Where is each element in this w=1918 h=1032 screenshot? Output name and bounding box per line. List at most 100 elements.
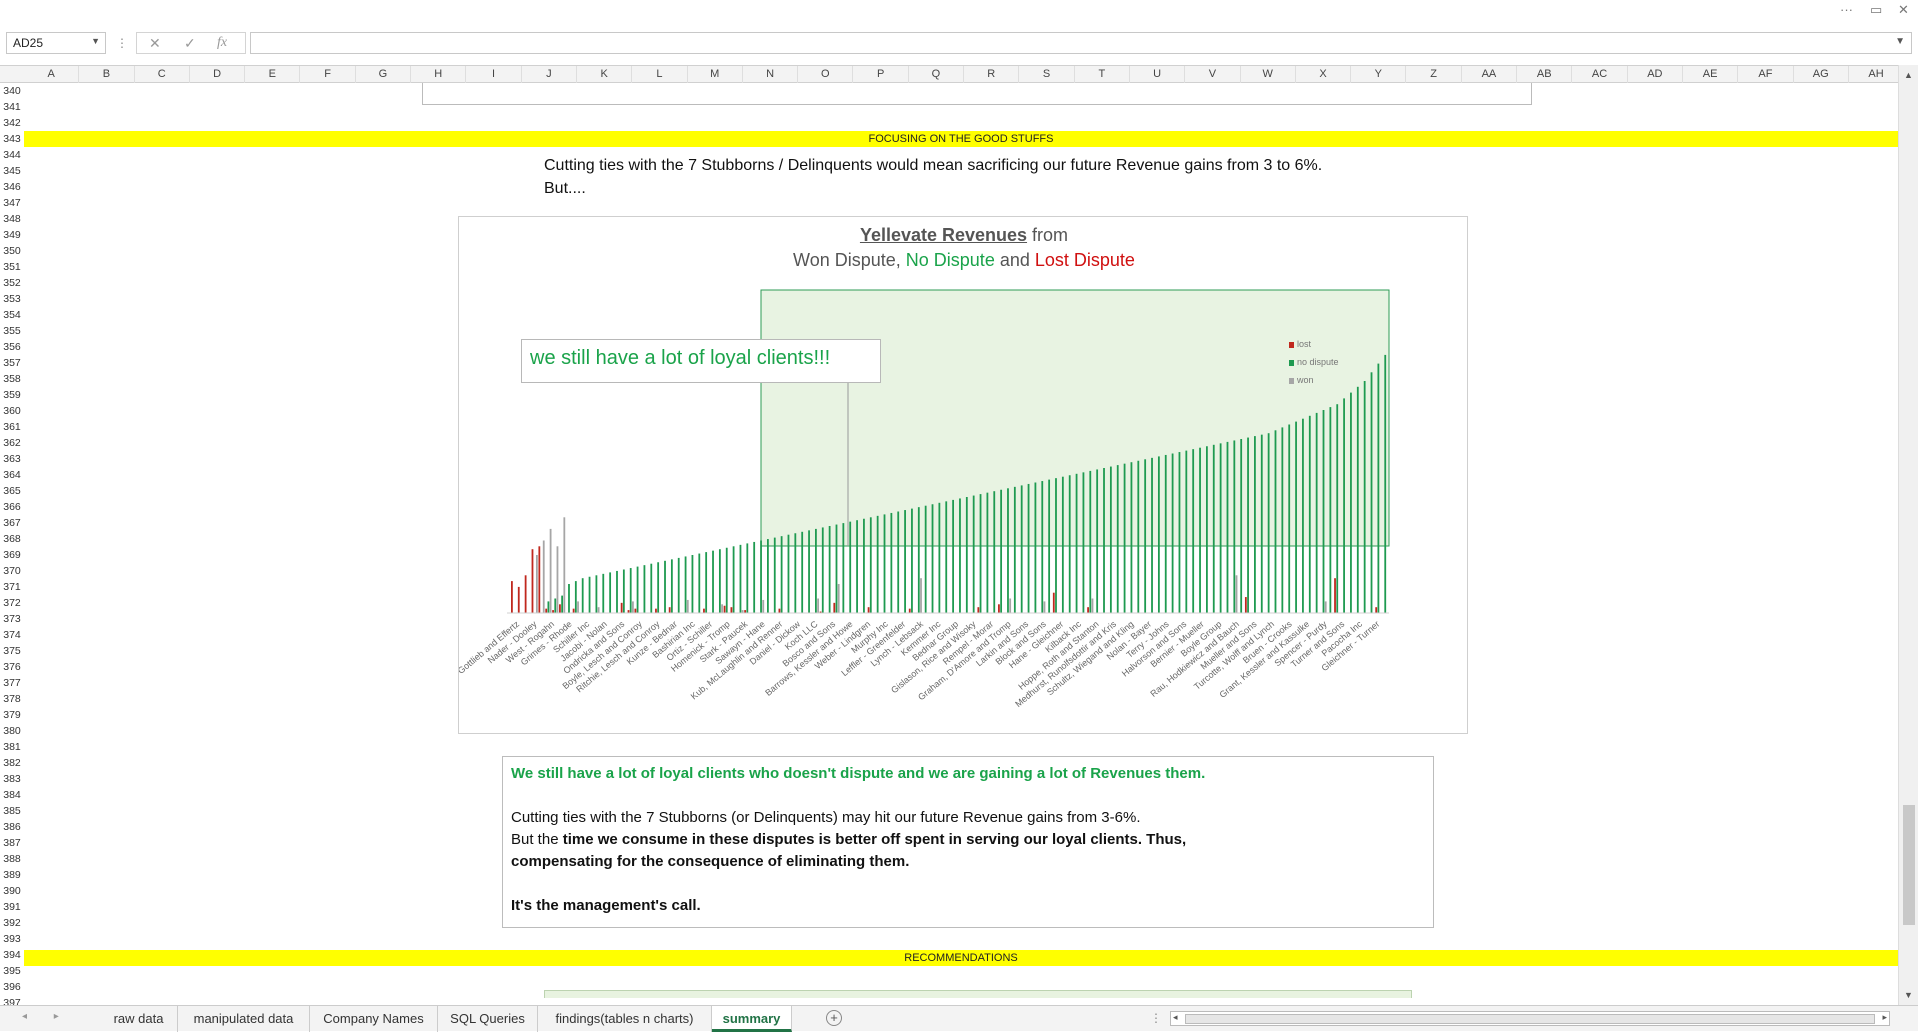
column-header-aa[interactable]: AA <box>1462 66 1518 83</box>
row-header-381[interactable]: 381 <box>0 739 24 755</box>
row-header-363[interactable]: 363 <box>0 451 24 467</box>
row-header-347[interactable]: 347 <box>0 195 24 211</box>
column-header-ad[interactable]: AD <box>1628 66 1683 83</box>
column-header-d[interactable]: D <box>190 66 246 83</box>
row-header-352[interactable]: 352 <box>0 275 24 291</box>
scroll-down-icon[interactable]: ▼ <box>1904 990 1913 1000</box>
row-header-386[interactable]: 386 <box>0 819 24 835</box>
row-header-341[interactable]: 341 <box>0 99 24 115</box>
tab-company-names[interactable]: Company Names <box>310 1006 438 1032</box>
row-header-344[interactable]: 344 <box>0 147 24 163</box>
column-header-s[interactable]: S <box>1019 66 1075 83</box>
row-header-358[interactable]: 358 <box>0 371 24 387</box>
vertical-scrollbar[interactable]: ▲ ▼ <box>1898 65 1918 1005</box>
column-header-z[interactable]: Z <box>1407 66 1462 83</box>
ellipsis-icon[interactable]: ··· <box>1840 2 1853 17</box>
column-header-t[interactable]: T <box>1075 66 1130 83</box>
column-header-l[interactable]: L <box>632 66 688 83</box>
row-header-345[interactable]: 345 <box>0 163 24 179</box>
row-header-372[interactable]: 372 <box>0 595 24 611</box>
chevron-down-icon[interactable]: ▼ <box>1895 36 1905 47</box>
tab-findings[interactable]: findings(tables n charts) <box>538 1006 712 1032</box>
row-header-368[interactable]: 368 <box>0 531 24 547</box>
column-header-p[interactable]: P <box>854 66 909 83</box>
row-header-343[interactable]: 343 <box>0 131 24 147</box>
column-header-u[interactable]: U <box>1130 66 1186 83</box>
row-header-340[interactable]: 340 <box>0 83 24 99</box>
row-header-349[interactable]: 349 <box>0 227 24 243</box>
row-header-396[interactable]: 396 <box>0 979 24 995</box>
row-header-375[interactable]: 375 <box>0 643 24 659</box>
tab-raw-data[interactable]: raw data <box>100 1006 178 1032</box>
column-header-j[interactable]: J <box>522 66 577 83</box>
chevron-down-icon[interactable]: ▼ <box>91 36 100 46</box>
row-header-394[interactable]: 394 <box>0 947 24 963</box>
summary-notes[interactable]: We still have a lot of loyal clients who… <box>502 756 1434 928</box>
column-header-af[interactable]: AF <box>1738 66 1794 83</box>
row-header-351[interactable]: 351 <box>0 259 24 275</box>
column-header-ac[interactable]: AC <box>1572 66 1628 83</box>
row-header-355[interactable]: 355 <box>0 323 24 339</box>
row-header-380[interactable]: 380 <box>0 723 24 739</box>
column-header-ae[interactable]: AE <box>1683 66 1739 83</box>
row-header-385[interactable]: 385 <box>0 803 24 819</box>
row-header-389[interactable]: 389 <box>0 867 24 883</box>
row-header-350[interactable]: 350 <box>0 243 24 259</box>
row-header-391[interactable]: 391 <box>0 899 24 915</box>
row-header-365[interactable]: 365 <box>0 483 24 499</box>
row-header-382[interactable]: 382 <box>0 755 24 771</box>
column-header-a[interactable]: A <box>24 66 80 83</box>
row-header-373[interactable]: 373 <box>0 611 24 627</box>
column-header-e[interactable]: E <box>245 66 301 83</box>
row-header-393[interactable]: 393 <box>0 931 24 947</box>
column-header-c[interactable]: C <box>135 66 190 83</box>
column-header-i[interactable]: I <box>466 66 522 83</box>
column-header-x[interactable]: X <box>1296 66 1352 83</box>
row-header-392[interactable]: 392 <box>0 915 24 931</box>
horizontal-scrollbar[interactable]: ◂ ▸ <box>1170 1011 1890 1026</box>
row-header-346[interactable]: 346 <box>0 179 24 195</box>
column-header-n[interactable]: N <box>743 66 799 83</box>
row-header-354[interactable]: 354 <box>0 307 24 323</box>
add-sheet-icon[interactable]: + <box>826 1010 842 1026</box>
column-header-m[interactable]: M <box>688 66 743 83</box>
row-header-379[interactable]: 379 <box>0 707 24 723</box>
close-icon[interactable]: ✕ <box>1898 2 1909 18</box>
scroll-up-icon[interactable]: ▲ <box>1904 70 1913 80</box>
row-header-370[interactable]: 370 <box>0 563 24 579</box>
column-header-g[interactable]: G <box>356 66 412 83</box>
column-header-ah[interactable]: AH <box>1849 66 1905 83</box>
scroll-left-icon[interactable]: ◂ <box>1173 1012 1178 1023</box>
window-restore-icon[interactable]: ▭ <box>1870 2 1882 18</box>
tab-summary[interactable]: summary <box>712 1006 792 1032</box>
row-header-361[interactable]: 361 <box>0 419 24 435</box>
column-header-k[interactable]: K <box>577 66 633 83</box>
column-header-v[interactable]: V <box>1185 66 1241 83</box>
chart-callout[interactable]: we still have a lot of loyal clients!!! <box>521 339 881 383</box>
name-box[interactable]: AD25 ▼ <box>6 32 106 54</box>
scroll-right-icon[interactable]: ▸ <box>1882 1012 1887 1023</box>
row-header-353[interactable]: 353 <box>0 291 24 307</box>
row-header-383[interactable]: 383 <box>0 771 24 787</box>
column-header-h[interactable]: H <box>411 66 467 83</box>
column-header-w[interactable]: W <box>1241 66 1296 83</box>
row-header-360[interactable]: 360 <box>0 403 24 419</box>
vertical-scroll-thumb[interactable] <box>1903 805 1915 925</box>
row-header-357[interactable]: 357 <box>0 355 24 371</box>
row-header-376[interactable]: 376 <box>0 659 24 675</box>
column-header-q[interactable]: Q <box>909 66 965 83</box>
column-header-ab[interactable]: AB <box>1517 66 1573 83</box>
row-header-378[interactable]: 378 <box>0 691 24 707</box>
row-header-367[interactable]: 367 <box>0 515 24 531</box>
row-header-356[interactable]: 356 <box>0 339 24 355</box>
tab-nav-arrows-icon[interactable]: ◂ ▸ <box>22 1011 71 1022</box>
revenue-chart[interactable]: Metz, Gottlieb and EffertzNader - Dooley… <box>458 216 1468 734</box>
enter-icon[interactable]: ✓ <box>184 35 196 52</box>
row-header-362[interactable]: 362 <box>0 435 24 451</box>
insert-function-icon[interactable]: fx <box>217 35 227 51</box>
row-header-384[interactable]: 384 <box>0 787 24 803</box>
row-header-374[interactable]: 374 <box>0 627 24 643</box>
row-header-395[interactable]: 395 <box>0 963 24 979</box>
column-header-b[interactable]: B <box>79 66 135 83</box>
column-header-r[interactable]: R <box>964 66 1020 83</box>
